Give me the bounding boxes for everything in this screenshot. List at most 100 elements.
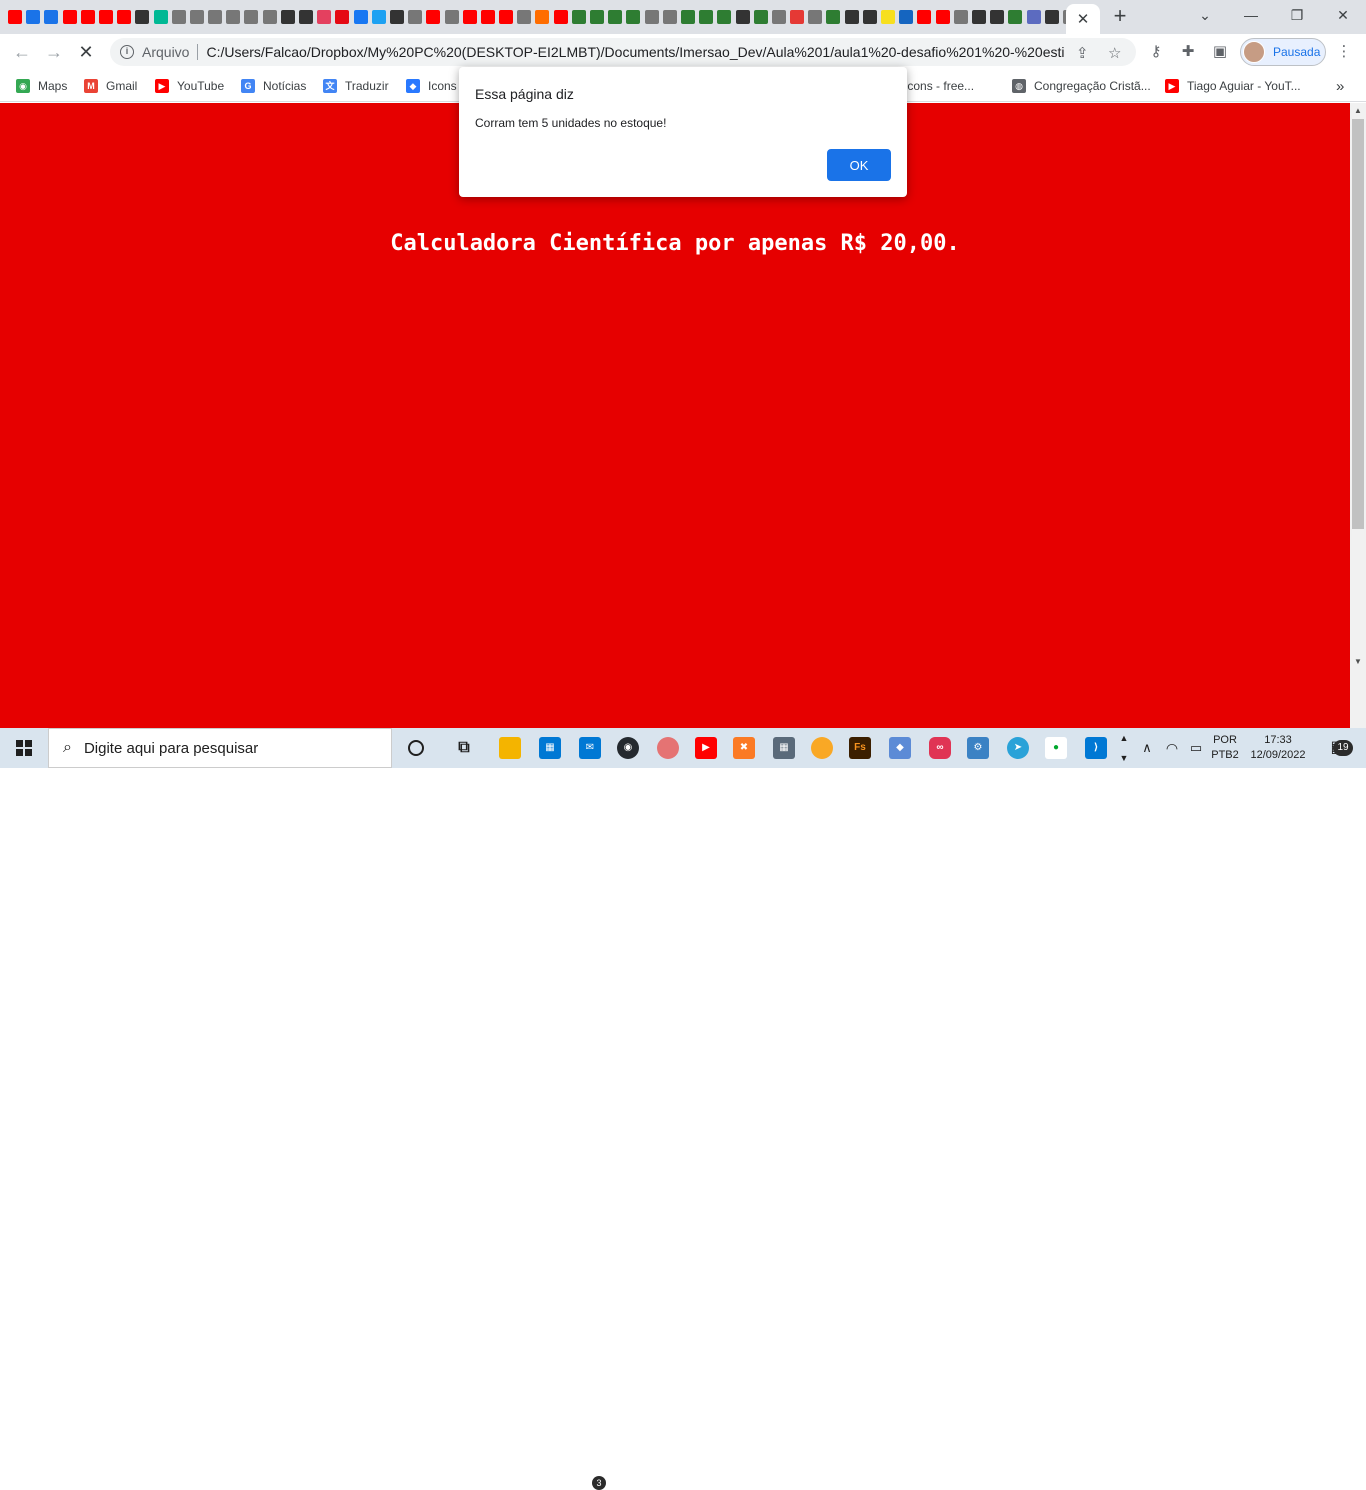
tab-favicon[interactable] xyxy=(317,10,332,24)
share-icon[interactable]: ⇪ xyxy=(1076,44,1089,62)
bookmark-item[interactable]: ▶ YouTube xyxy=(155,76,224,96)
bookmark-star-icon[interactable]: ☆ xyxy=(1108,44,1121,62)
scroll-thumb[interactable] xyxy=(1352,119,1364,529)
tab-favicon[interactable] xyxy=(353,10,368,24)
tab-favicon[interactable] xyxy=(408,10,423,24)
tab-favicon[interactable] xyxy=(299,10,313,24)
show-hidden-icons[interactable]: ∧ xyxy=(1138,728,1156,768)
tab-favicon[interactable] xyxy=(935,10,950,24)
tab-favicon[interactable] xyxy=(862,10,877,24)
tab-favicon[interactable] xyxy=(226,10,241,24)
calculator-icon[interactable]: ▦ xyxy=(768,732,800,764)
virtualbox-icon[interactable]: ◆ xyxy=(884,732,916,764)
password-key-icon[interactable]: ⚷ xyxy=(1146,42,1166,62)
scroll-up-arrow[interactable]: ▲ xyxy=(1350,103,1366,119)
tab-favicon[interactable] xyxy=(153,10,168,24)
github-icon[interactable]: ◉ xyxy=(612,732,644,764)
new-tab-button[interactable]: + xyxy=(1108,5,1132,29)
telegram-icon[interactable]: ➤ xyxy=(1002,732,1034,764)
fireworks-icon[interactable]: Fs xyxy=(844,732,876,764)
extensions-icon[interactable]: ✚ xyxy=(1178,42,1198,62)
back-button[interactable]: ← xyxy=(10,40,34,64)
taskbar-search[interactable]: ⌕ Digite aqui para pesquisar xyxy=(48,728,392,768)
tab-favicon[interactable] xyxy=(480,10,495,24)
tab-favicon[interactable] xyxy=(280,10,295,24)
tab-favicon[interactable] xyxy=(717,10,732,24)
tab-favicon[interactable] xyxy=(135,10,150,24)
store-icon[interactable]: ▦ xyxy=(534,732,566,764)
side-panel-icon[interactable]: ▣ xyxy=(1210,42,1230,62)
bookmarks-overflow-button[interactable]: » xyxy=(1336,76,1344,96)
tab-favicon[interactable] xyxy=(626,10,641,24)
file-explorer-icon[interactable] xyxy=(494,732,526,764)
scroll-down-arrow[interactable]: ▼ xyxy=(1350,654,1366,670)
battery-icon[interactable]: ▭ xyxy=(1186,728,1206,768)
tab-favicon[interactable] xyxy=(117,10,132,24)
security-label[interactable]: Arquivo xyxy=(142,44,189,60)
tab-favicon[interactable] xyxy=(244,10,259,24)
restore-button[interactable]: ❐ xyxy=(1274,0,1320,30)
tab-search-button[interactable]: ⌄ xyxy=(1182,0,1228,30)
address-bar[interactable]: i Arquivo C:/Users/Falcao/Dropbox/My%20P… xyxy=(110,38,1136,66)
vscode-icon[interactable]: ⟩ xyxy=(1080,732,1112,764)
evernote-icon[interactable]: ● xyxy=(1040,732,1072,764)
tab-favicon[interactable] xyxy=(444,10,459,24)
tab-favicon[interactable] xyxy=(899,10,914,24)
tab-favicon[interactable] xyxy=(808,10,823,24)
mail-icon[interactable]: ✉ xyxy=(574,732,606,764)
tab-favicon[interactable] xyxy=(971,10,986,24)
tab-favicon[interactable] xyxy=(844,10,859,24)
tab-favicon[interactable] xyxy=(1008,10,1023,24)
network-tool-icon[interactable]: ⚙ xyxy=(962,732,994,764)
tab-favicon[interactable] xyxy=(990,10,1005,24)
tab-favicon[interactable] xyxy=(335,10,350,24)
wifi-icon[interactable]: ◠ xyxy=(1162,728,1182,768)
tab-favicon[interactable] xyxy=(44,10,59,24)
bookmark-item[interactable]: ◆ Icons xyxy=(406,76,457,96)
language-indicator[interactable]: POR PTB2 xyxy=(1210,728,1240,768)
start-button[interactable] xyxy=(0,728,48,768)
forward-button[interactable]: → xyxy=(42,40,66,64)
tab-favicon[interactable] xyxy=(608,10,623,24)
taskbar-scroll-arrows[interactable]: ▲ ▼ xyxy=(1116,728,1132,768)
tab-favicon[interactable] xyxy=(8,10,22,24)
tab-favicon[interactable] xyxy=(953,10,968,24)
bookmark-item[interactable]: ▶ Tiago Aguiar - YouT... xyxy=(1165,76,1301,96)
tab-favicon[interactable] xyxy=(790,10,805,24)
close-window-button[interactable]: ✕ xyxy=(1320,0,1366,30)
tab-favicon[interactable] xyxy=(189,10,204,24)
tab-favicon[interactable] xyxy=(371,10,386,24)
info-icon[interactable]: i xyxy=(120,45,134,59)
tab-favicon[interactable] xyxy=(644,10,659,24)
tab-favicon[interactable] xyxy=(98,10,113,24)
creative-cloud-icon[interactable]: ∞ xyxy=(924,732,956,764)
paint-icon[interactable] xyxy=(652,732,684,764)
active-tab[interactable]: ✕ xyxy=(1066,4,1100,34)
bookmark-item[interactable]: ◉ Maps xyxy=(16,76,67,96)
profile-button[interactable]: Pausada xyxy=(1240,38,1326,66)
tab-favicon[interactable] xyxy=(753,10,768,24)
tab-favicon[interactable] xyxy=(426,10,441,24)
tab-favicon[interactable] xyxy=(735,10,750,24)
clock[interactable]: 17:33 12/09/2022 xyxy=(1244,728,1312,768)
tab-favicon[interactable] xyxy=(262,10,277,24)
tab-favicon[interactable] xyxy=(590,10,604,24)
tab-favicon[interactable] xyxy=(917,10,932,24)
tab-favicon[interactable] xyxy=(881,10,895,24)
tab-favicon[interactable] xyxy=(662,10,677,24)
tab-favicon[interactable] xyxy=(208,10,223,24)
minimize-button[interactable]: — xyxy=(1228,0,1274,30)
task-view-button[interactable]: ⧉ xyxy=(448,732,480,764)
tab-favicon[interactable] xyxy=(571,10,586,24)
tab-favicon[interactable] xyxy=(80,10,95,24)
tab-favicon[interactable] xyxy=(553,10,568,24)
tab-favicon[interactable] xyxy=(462,10,477,24)
tab-favicon[interactable] xyxy=(1044,10,1059,24)
bookmark-item[interactable]: G Notícias xyxy=(241,76,306,96)
tab-favicon[interactable] xyxy=(680,10,695,24)
stop-loading-button[interactable]: ✕ xyxy=(74,40,98,64)
tab-favicon[interactable] xyxy=(62,10,77,24)
page-scrollbar[interactable]: ▲ ▼ xyxy=(1350,103,1366,728)
bookmark-item[interactable]: 文 Traduzir xyxy=(323,76,389,96)
tab-favicon[interactable] xyxy=(826,10,841,24)
